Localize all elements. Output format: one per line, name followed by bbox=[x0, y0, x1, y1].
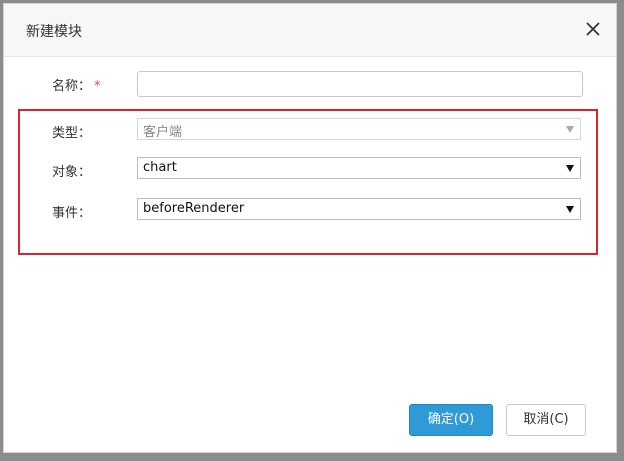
cancel-button[interactable]: 取消(C) bbox=[506, 404, 586, 436]
object-row: 对象： chart bbox=[4, 157, 618, 183]
dialog-title: 新建模块 bbox=[26, 24, 82, 40]
close-button[interactable] bbox=[582, 18, 604, 40]
close-icon bbox=[586, 22, 600, 36]
name-label: 名称： * bbox=[52, 79, 101, 94]
object-select[interactable]: chart bbox=[137, 157, 581, 179]
type-select-value: 客户端 bbox=[143, 125, 183, 140]
type-row: 类型： 客户端 bbox=[4, 118, 618, 144]
event-select[interactable]: beforeRenderer bbox=[137, 198, 581, 220]
chevron-down-icon bbox=[566, 165, 574, 172]
event-label: 事件： bbox=[52, 206, 92, 221]
dialog-titlebar: 新建模块 bbox=[4, 4, 616, 57]
type-select: 客户端 bbox=[137, 118, 581, 140]
chevron-down-icon bbox=[566, 206, 574, 213]
name-input[interactable] bbox=[137, 71, 583, 97]
new-module-dialog: 新建模块 名称： * 类型： 客户端 对象： chart 事件： beforeRe bbox=[3, 3, 617, 453]
event-row: 事件： beforeRenderer bbox=[4, 198, 618, 224]
event-select-value: beforeRenderer bbox=[143, 201, 245, 216]
object-label: 对象： bbox=[52, 165, 92, 180]
chevron-down-icon bbox=[566, 126, 574, 133]
name-row: 名称： * bbox=[4, 71, 618, 97]
object-select-value: chart bbox=[143, 160, 177, 175]
type-label: 类型： bbox=[52, 126, 92, 141]
ok-button[interactable]: 确定(O) bbox=[409, 404, 493, 436]
required-mark: * bbox=[94, 79, 101, 94]
